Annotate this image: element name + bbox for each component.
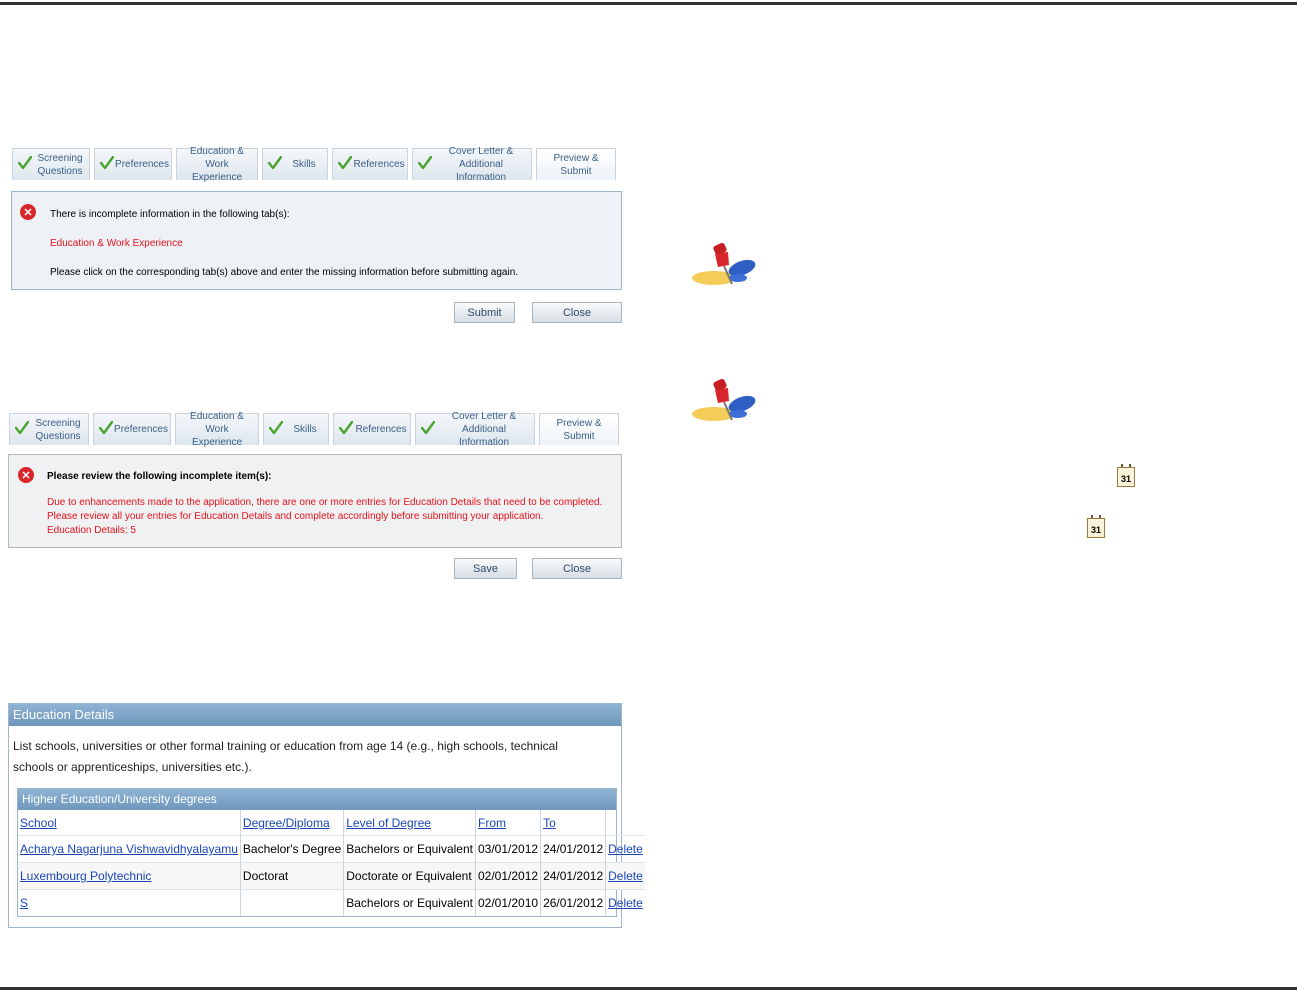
submit-button[interactable]: Submit <box>454 302 515 323</box>
checkmark-icon <box>420 420 436 435</box>
tab-label: Skills <box>292 159 316 170</box>
sort-level[interactable]: Level of Degree <box>346 816 431 830</box>
top-rule <box>0 2 1297 5</box>
tab-label: Screening Questions <box>37 152 83 177</box>
from-cell: 02/01/2010 <box>475 889 542 916</box>
tab-0[interactable]: Screening Questions <box>9 413 89 445</box>
tab-4[interactable]: References <box>332 148 408 180</box>
to-cell: 24/01/2012 <box>540 862 607 890</box>
tab-3[interactable]: Skills <box>263 413 329 445</box>
tab-label: References <box>353 159 405 170</box>
tab-label: Screening Questions <box>35 417 81 442</box>
error-icon: ✕ <box>18 467 34 483</box>
tab-label: Preview & Submit <box>556 417 602 442</box>
instruction-text: Please click on the corresponding tab(s)… <box>50 267 519 278</box>
level-cell: Bachelors or Equivalent <box>343 835 476 863</box>
save-button[interactable]: Save <box>454 558 517 579</box>
checkmark-icon <box>99 155 115 170</box>
checkmark-icon <box>337 155 353 170</box>
tab-bar-1: Screening Questions Preferences Education … <box>12 146 616 183</box>
tab-label: Skills <box>293 424 317 435</box>
checkmark-icon <box>267 155 283 170</box>
delete-link[interactable]: Delete <box>608 896 643 910</box>
pushpin-icon <box>692 378 756 421</box>
tab-bar-2: Screening Questions Preferences Education … <box>9 411 619 448</box>
close-button[interactable]: Close <box>532 302 622 323</box>
error-icon: ✕ <box>20 204 36 220</box>
incomplete-tab-link[interactable]: Education & Work Experience <box>50 238 183 249</box>
level-cell: Doctorate or Equivalent <box>343 862 476 890</box>
section-description: List schools, universities or other form… <box>13 739 558 774</box>
subsection-title: Higher Education/University degrees <box>18 789 616 810</box>
incomplete-info-message: ✕ There is incomplete information in the… <box>11 191 622 290</box>
tab-label: Preferences <box>114 424 168 435</box>
pushpin-icon <box>692 242 756 285</box>
checkmark-icon <box>17 155 33 170</box>
sort-school[interactable]: School <box>20 816 57 830</box>
education-details-panel: Education Details List schools, universi… <box>8 703 645 928</box>
sort-to[interactable]: To <box>543 816 556 830</box>
degree-cell: Doctorat <box>240 862 345 890</box>
table-header: School Degree/Diploma Level of Degree Fr… <box>18 810 645 836</box>
degree-cell <box>240 889 345 916</box>
calendar-icon[interactable]: 31 <box>1117 464 1135 487</box>
checkmark-icon <box>268 420 284 435</box>
tab-1[interactable]: Preferences <box>94 148 172 180</box>
school-link[interactable]: Acharya Nagarjuna Vishwavidhyalayamu <box>20 842 238 856</box>
bottom-rule <box>0 987 1297 990</box>
from-cell: 03/01/2012 <box>475 835 542 863</box>
tab-label: References <box>355 424 407 435</box>
tab-label: Preview & Submit <box>553 152 599 177</box>
delete-link[interactable]: Delete <box>608 842 643 856</box>
checkmark-icon <box>98 420 114 435</box>
tab-1[interactable]: Preferences <box>93 413 171 445</box>
tab-3[interactable]: Skills <box>262 148 328 180</box>
tab-label: Preferences <box>115 159 169 170</box>
close-button[interactable]: Close <box>532 558 622 579</box>
section-title: Education Details <box>9 704 621 726</box>
from-cell: 02/01/2012 <box>475 862 542 890</box>
delete-link[interactable]: Delete <box>608 869 643 883</box>
table-row: S Bachelors or Equivalent 02/01/2010 26/… <box>18 889 645 916</box>
education-incomplete-detail: Due to enhancements made to the applicat… <box>47 497 603 522</box>
tab-2[interactable]: Education & Work Experience <box>175 411 259 448</box>
calendar-icon[interactable]: 31 <box>1087 515 1105 538</box>
tab-6[interactable]: Preview & Submit <box>539 413 619 445</box>
tab-label: Education & Work Experience <box>190 146 244 183</box>
to-cell: 26/01/2012 <box>540 889 607 916</box>
tab-0[interactable]: Screening Questions <box>12 148 90 180</box>
checkmark-icon <box>338 420 354 435</box>
degree-cell: Bachelor's Degree <box>240 835 345 863</box>
tab-label: Cover Letter & Additional Information <box>451 411 517 448</box>
tab-6[interactable]: Preview & Submit <box>536 148 616 180</box>
level-cell: Bachelors or Equivalent <box>343 889 476 916</box>
higher-education-table: Higher Education/University degrees Scho… <box>17 788 645 917</box>
tab-4[interactable]: References <box>333 413 411 445</box>
to-cell: 24/01/2012 <box>540 835 607 863</box>
table-row: Luxembourg Polytechnic Doctorat Doctorat… <box>18 862 645 890</box>
education-detail-count: Education Details: 5 <box>47 525 136 536</box>
tab-label: Education & Work Experience <box>190 411 244 448</box>
tab-5[interactable]: Cover Letter & Additional Information <box>412 146 532 183</box>
tab-5[interactable]: Cover Letter & Additional Information <box>415 411 535 448</box>
sort-from[interactable]: From <box>478 816 506 830</box>
sort-degree[interactable]: Degree/Diploma <box>243 816 330 830</box>
checkmark-icon <box>417 155 433 170</box>
table-row: Acharya Nagarjuna Vishwavidhyalayamu Bac… <box>18 835 645 863</box>
school-link[interactable]: Luxembourg Polytechnic <box>20 869 151 883</box>
checkmark-icon <box>14 420 30 435</box>
tab-2[interactable]: Education & Work Experience <box>176 146 258 183</box>
tab-label: Cover Letter & Additional Information <box>448 146 514 183</box>
message-title: There is incomplete information in the f… <box>50 209 290 220</box>
message-title: Please review the following incomplete i… <box>47 471 272 482</box>
review-incomplete-message: ✕ Please review the following incomplete… <box>8 454 622 548</box>
school-link[interactable]: S <box>20 896 28 910</box>
